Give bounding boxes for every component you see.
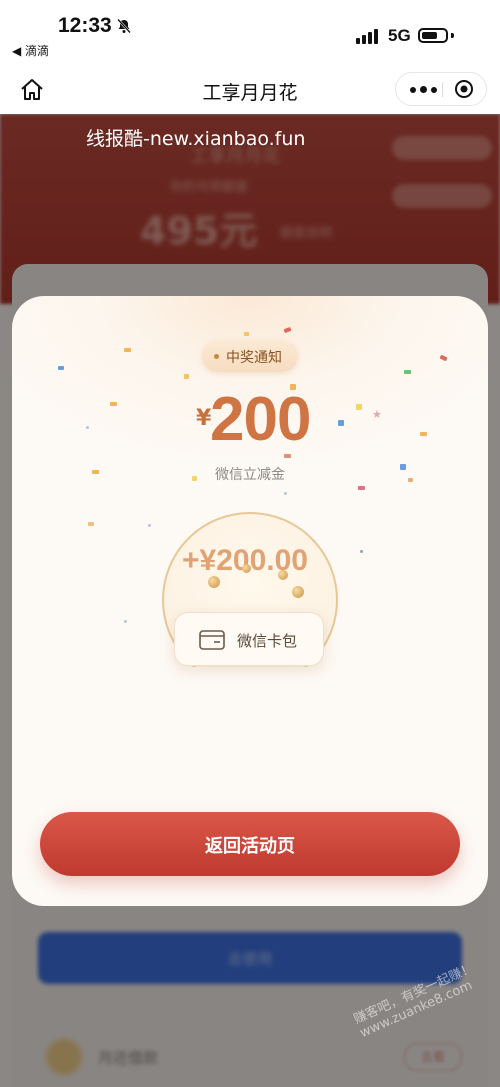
- prize-notice-badge: 中奖通知: [202, 340, 298, 372]
- capsule-divider: [442, 82, 443, 97]
- nav-bar: 工享月月花: [0, 64, 500, 114]
- confetti: [244, 332, 249, 336]
- signal-icon: [356, 28, 380, 44]
- watermark-top: 线报酷-new.xianbao.fun: [86, 128, 306, 150]
- confetti: [283, 326, 292, 334]
- confetti: [358, 486, 365, 490]
- confetti: [420, 432, 427, 436]
- sparkle: [124, 620, 127, 623]
- return-to-activity-button[interactable]: 返回活动页: [40, 812, 460, 876]
- back-to-app-link[interactable]: ◀ 滴滴: [12, 42, 49, 59]
- sparkle: [284, 492, 287, 495]
- coin-icon: [242, 564, 251, 573]
- battery-icon: [418, 28, 448, 43]
- prize-amount: 200: [210, 385, 311, 454]
- coin-icon: [278, 570, 288, 580]
- confetti: [356, 404, 362, 410]
- prize-modal: ★ 中奖通知 ¥ 200 微信立减金 +¥200.00 微信卡包 返回活动页: [12, 296, 488, 906]
- confetti: [88, 522, 94, 526]
- sparkle: [86, 426, 89, 429]
- mini-program-capsule: [395, 72, 487, 106]
- bell-slash-icon: [117, 18, 131, 34]
- battery-tip: [451, 33, 454, 38]
- star-icon: ★: [372, 408, 382, 421]
- wechat-wallet-button[interactable]: 微信卡包: [174, 612, 324, 666]
- status-time: 12:33: [58, 14, 112, 37]
- more-dots-icon[interactable]: [406, 73, 442, 105]
- confetti: [110, 402, 117, 406]
- status-bar: 12:33 ◀ 滴滴 5G: [0, 0, 500, 64]
- badge-text: 中奖通知: [226, 350, 282, 366]
- confetti: [439, 354, 448, 362]
- target-close-icon[interactable]: [454, 79, 474, 99]
- wallet-button-label: 微信卡包: [237, 632, 298, 650]
- badge-dot: [214, 354, 219, 359]
- network-type: 5G: [388, 26, 411, 45]
- confetti: [184, 374, 189, 379]
- confetti: [124, 348, 131, 352]
- prize-description: 微信立减金: [215, 467, 285, 483]
- coin-icon: [208, 576, 220, 588]
- confetti: [58, 366, 64, 370]
- coin-icon: [292, 586, 304, 598]
- sparkle: [148, 524, 151, 527]
- return-button-label: 返回活动页: [205, 836, 295, 857]
- wallet-icon: [199, 630, 225, 650]
- confetti: [338, 420, 344, 426]
- confetti: [404, 370, 411, 374]
- sparkle: [360, 550, 363, 553]
